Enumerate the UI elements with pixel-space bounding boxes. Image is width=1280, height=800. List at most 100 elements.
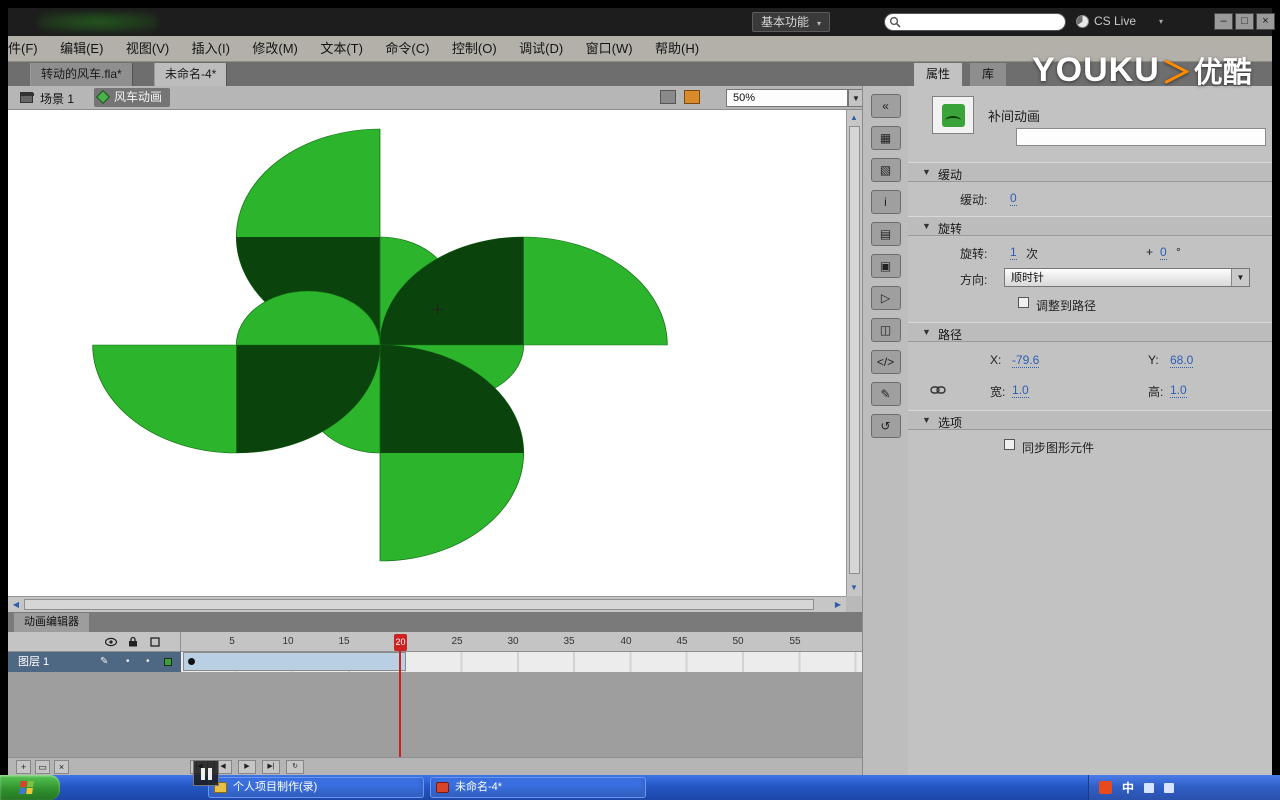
maximize-button[interactable]: □ xyxy=(1235,13,1254,30)
vertical-scroll-thumb[interactable] xyxy=(849,126,860,574)
menu-item-view[interactable]: 视图(V) xyxy=(117,36,178,61)
lock-layers-icon[interactable] xyxy=(128,636,138,647)
section-options[interactable]: ▼ 选项 xyxy=(908,410,1272,430)
components-panel-icon[interactable]: ◫ xyxy=(870,318,901,342)
menu-item-insert[interactable]: 插入(I) xyxy=(183,36,239,61)
play-button[interactable]: ▶ xyxy=(238,760,256,774)
menu-item-modify[interactable]: 修改(M) xyxy=(243,36,307,61)
scroll-right-icon[interactable]: ▶ xyxy=(831,598,845,612)
layer-name-cell[interactable]: 图层 1 ✎ • • xyxy=(8,652,181,672)
instance-name-input[interactable] xyxy=(1016,128,1266,146)
collapse-dock-icon[interactable]: « xyxy=(870,94,901,118)
search-icon xyxy=(889,16,901,28)
menu-item-text[interactable]: 文本(T) xyxy=(311,36,372,61)
section-ease[interactable]: ▼ 缓动 xyxy=(908,162,1272,182)
transform-panel-icon[interactable]: ▣ xyxy=(870,254,901,278)
timeline-ruler[interactable]: 5 10 15 25 30 35 40 45 50 55 20 xyxy=(8,632,862,652)
edit-symbol-button[interactable] xyxy=(684,90,700,104)
swatches-panel-icon[interactable]: ▤ xyxy=(870,222,901,246)
new-layer-button[interactable]: + xyxy=(16,760,31,774)
scroll-down-icon[interactable]: ▼ xyxy=(847,581,861,595)
section-path-label: 路径 xyxy=(938,328,963,342)
zoom-level-field[interactable]: 50% xyxy=(726,89,848,107)
section-rotation[interactable]: ▼ 旋转 xyxy=(908,216,1272,236)
link-width-height-icon[interactable] xyxy=(930,383,946,397)
outline-layers-icon[interactable] xyxy=(150,637,160,647)
orient-to-path-checkbox[interactable] xyxy=(1018,297,1029,308)
search-input[interactable] xyxy=(901,16,1051,28)
breadcrumb-symbol-label: 风车动画 xyxy=(114,90,163,104)
menu-item-commands[interactable]: 命令(C) xyxy=(376,36,438,61)
close-button[interactable]: × xyxy=(1256,13,1275,30)
video-pause-button[interactable] xyxy=(193,760,219,786)
new-folder-button[interactable]: ▭ xyxy=(35,760,50,774)
minimize-button[interactable]: – xyxy=(1214,13,1233,30)
ime-language-indicator[interactable]: 中 xyxy=(1122,779,1134,796)
tab-motion-editor[interactable]: 动画编辑器 xyxy=(14,613,89,632)
height-value[interactable]: 1.0 xyxy=(1170,383,1187,398)
document-tab-untitled4[interactable]: 未命名-4* xyxy=(154,63,228,86)
show-hide-layers-icon[interactable] xyxy=(105,637,117,647)
scene-icon xyxy=(20,92,34,103)
width-value[interactable]: 1.0 xyxy=(1012,383,1029,398)
app-logo-glow xyxy=(38,12,158,32)
stage-vertical-scrollbar[interactable]: ▲ ▼ xyxy=(846,110,862,596)
taskbar-task-flash-doc[interactable]: 未命名-4* xyxy=(430,777,646,798)
breadcrumb-scene[interactable]: 场景 1 xyxy=(40,90,74,107)
scroll-left-icon[interactable]: ◀ xyxy=(9,598,23,612)
playhead[interactable]: 20 xyxy=(394,634,407,651)
sync-graphic-symbols-checkbox[interactable] xyxy=(1004,439,1015,450)
y-value[interactable]: 68.0 xyxy=(1170,353,1194,368)
properties-panel: 属性 库 补间动画 ▼ 缓动 缓动: 0 ▼ 旋转 旋转: 1 次 + 0 ° … xyxy=(908,62,1272,775)
breadcrumb-symbol[interactable]: 风车动画 xyxy=(94,88,171,107)
edit-scene-button[interactable] xyxy=(660,90,676,104)
menu-item-file[interactable]: 文件(F) xyxy=(8,36,47,61)
layer-frames-area[interactable] xyxy=(181,652,862,672)
flash-tray-icon[interactable] xyxy=(1099,781,1112,794)
strings-panel-icon[interactable]: ✎ xyxy=(870,382,901,406)
motion-presets-panel-icon[interactable]: ▷ xyxy=(870,286,901,310)
chevron-down-icon: ▾ xyxy=(817,19,822,28)
align-panel-icon[interactable]: ▦ xyxy=(870,126,901,150)
motion-tween-span[interactable] xyxy=(183,652,406,671)
layer-outline-color-swatch[interactable] xyxy=(164,658,172,666)
menu-item-window[interactable]: 窗口(W) xyxy=(577,36,642,61)
loop-button[interactable]: ↻ xyxy=(286,760,304,774)
menu-item-edit[interactable]: 编辑(E) xyxy=(51,36,112,61)
tab-library[interactable]: 库 xyxy=(970,63,1007,86)
stage-canvas[interactable] xyxy=(8,110,846,596)
layer-lock-dot-icon[interactable]: • xyxy=(146,652,150,672)
rotation-degrees-value[interactable]: 0 xyxy=(1160,245,1167,260)
menu-item-help[interactable]: 帮助(H) xyxy=(646,36,708,61)
section-path[interactable]: ▼ 路径 xyxy=(908,322,1272,342)
cs-live-button[interactable]: CS Live ▾ xyxy=(1076,14,1163,28)
scroll-up-icon[interactable]: ▲ xyxy=(847,111,861,125)
taskbar-task-folder[interactable]: 个人项目制作(录) xyxy=(208,777,424,798)
tray-icon[interactable] xyxy=(1164,782,1175,793)
layer-row[interactable]: 图层 1 ✎ • • xyxy=(8,652,862,672)
code-snippets-panel-icon[interactable]: </> xyxy=(870,350,901,374)
layer-visible-dot-icon[interactable]: • xyxy=(126,652,130,672)
document-tab-windmill[interactable]: 转动的风车.fla* xyxy=(30,63,133,86)
start-button[interactable] xyxy=(0,775,60,800)
menu-item-debug[interactable]: 调试(D) xyxy=(510,36,572,61)
tab-properties[interactable]: 属性 xyxy=(914,63,963,86)
x-value[interactable]: -79.6 xyxy=(1012,353,1040,368)
stage-horizontal-scrollbar[interactable]: ◀ ▶ xyxy=(8,596,846,612)
info-panel-icon[interactable]: i xyxy=(870,190,901,214)
rotation-count-value[interactable]: 1 xyxy=(1010,245,1017,260)
crosshair-cursor xyxy=(432,304,443,315)
step-forward-button[interactable]: ▶| xyxy=(262,760,280,774)
horizontal-scroll-thumb[interactable] xyxy=(24,599,814,610)
delete-layer-button[interactable]: × xyxy=(54,760,69,774)
search-box[interactable] xyxy=(884,13,1066,31)
tray-icon[interactable] xyxy=(1144,782,1155,793)
color-panel-icon[interactable]: ▧ xyxy=(870,158,901,182)
history-panel-icon[interactable]: ↺ xyxy=(870,414,901,438)
direction-dropdown[interactable]: 顺时针 ▼ xyxy=(1004,268,1250,287)
ease-value[interactable]: 0 xyxy=(1010,191,1017,206)
menu-item-control[interactable]: 控制(O) xyxy=(443,36,506,61)
ease-label: 缓动: xyxy=(960,193,988,207)
workspace-switcher-button[interactable]: 基本功能 ▾ xyxy=(752,12,831,32)
sync-graphic-symbols-label: 同步图形元件 xyxy=(1022,441,1095,455)
